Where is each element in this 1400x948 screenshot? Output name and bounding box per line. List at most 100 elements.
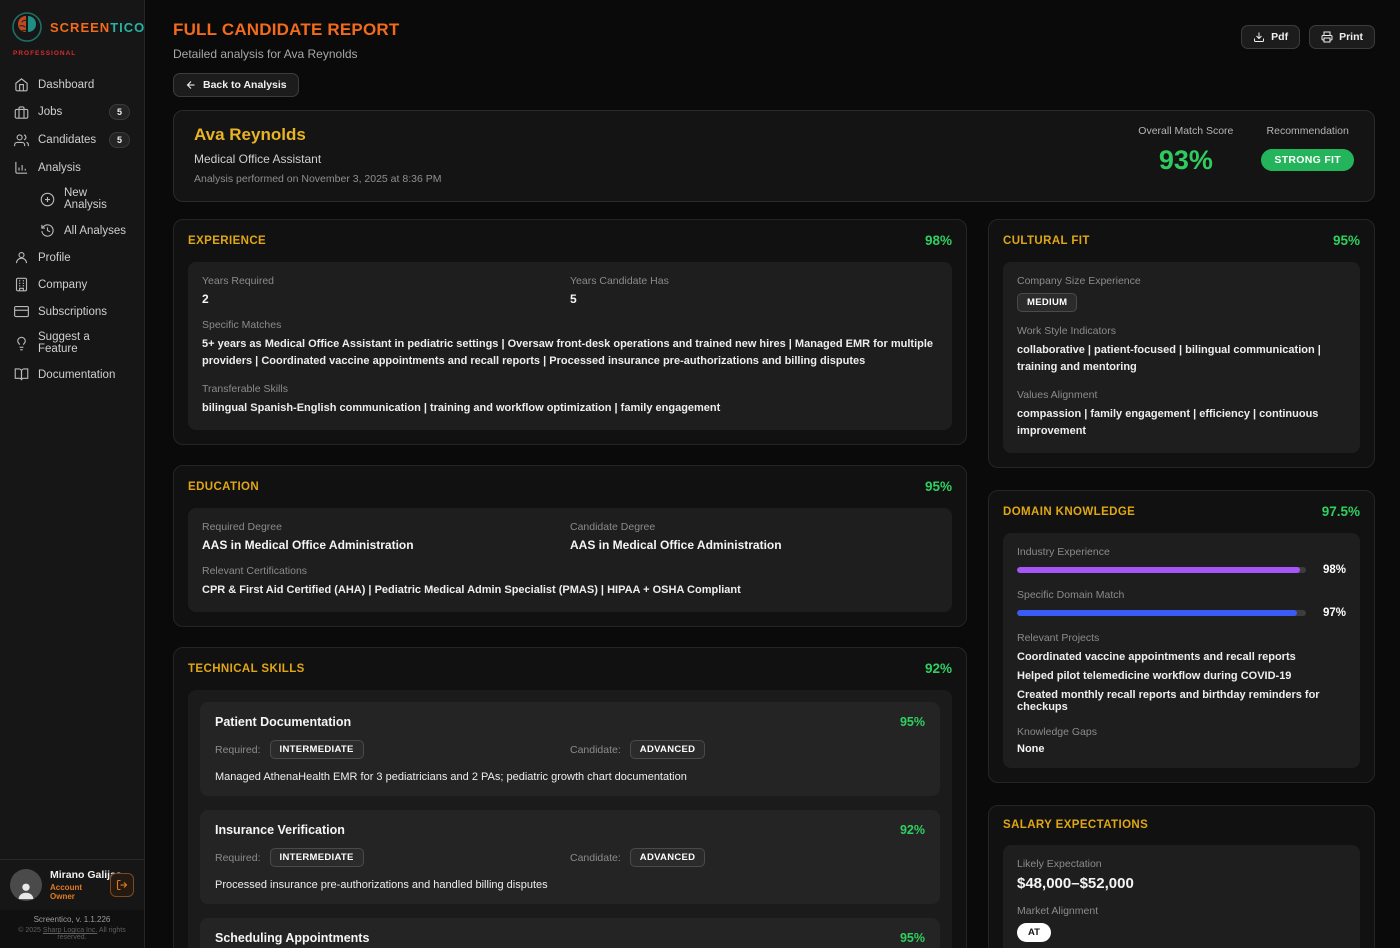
- skill-name: Insurance Verification: [215, 823, 345, 837]
- required-degree-label: Required Degree: [202, 521, 570, 533]
- market-alignment-badge: AT: [1017, 923, 1051, 942]
- page-title: FULL CANDIDATE REPORT: [173, 20, 399, 40]
- user-name: Mirano Galijas...: [50, 869, 102, 881]
- company-size-badge: MEDIUM: [1017, 293, 1077, 312]
- required-level-badge: INTERMEDIATE: [270, 740, 364, 759]
- candidate-level-badge: ADVANCED: [630, 848, 706, 867]
- sidebar-item-all-analyses[interactable]: All Analyses: [0, 217, 144, 244]
- skill-note: Managed AthenaHealth EMR for 3 pediatric…: [215, 771, 925, 783]
- years-has-label: Years Candidate Has: [570, 275, 938, 287]
- certifications-value: CPR & First Aid Certified (AHA) | Pediat…: [202, 582, 938, 599]
- recommendation-badge: STRONG FIT: [1261, 149, 1354, 171]
- back-to-analysis-button[interactable]: Back to Analysis: [173, 73, 299, 97]
- candidate-position: Medical Office Assistant: [194, 152, 441, 166]
- sidebar-item-analysis[interactable]: Analysis: [0, 154, 144, 181]
- candidate-degree-value: AAS in Medical Office Administration: [570, 538, 938, 552]
- sidebar-item-subscriptions[interactable]: Subscriptions: [0, 298, 144, 325]
- skill-name: Scheduling Appointments: [215, 931, 369, 945]
- transferable-skills-label: Transferable Skills: [202, 383, 938, 395]
- sidebar-item-label: Dashboard: [38, 79, 94, 91]
- years-has-value: 5: [570, 292, 938, 306]
- skill-note: Processed insurance pre-authorizations a…: [215, 879, 925, 891]
- required-label: Required:: [215, 852, 261, 864]
- company-size-label: Company Size Experience: [1017, 275, 1346, 287]
- skill-name: Patient Documentation: [215, 715, 351, 729]
- years-required-value: 2: [202, 292, 570, 306]
- technical-skills-card: TECHNICAL SKILLS 92% Patient Documentati…: [173, 647, 967, 948]
- user-profile[interactable]: Mirano Galijas... Account Owner: [0, 859, 144, 910]
- salary-expectations-card: SALARY EXPECTATIONS Likely Expectation $…: [988, 805, 1375, 948]
- logo-tier-label: PROFESSIONAL: [13, 50, 134, 57]
- relevant-projects-label: Relevant Projects: [1017, 632, 1346, 644]
- arrow-left-icon: [185, 79, 197, 91]
- years-required-label: Years Required: [202, 275, 570, 287]
- candidate-label: Candidate:: [570, 744, 621, 756]
- bar-chart-icon: [14, 160, 29, 175]
- domain-knowledge-card: DOMAIN KNOWLEDGE 97.5% Industry Experien…: [988, 490, 1375, 783]
- work-style-label: Work Style Indicators: [1017, 325, 1346, 337]
- market-alignment-label: Market Alignment: [1017, 905, 1346, 917]
- domain-knowledge-score: 97.5%: [1322, 504, 1360, 519]
- brain-logo-icon: [10, 10, 44, 44]
- domain-knowledge-title: DOMAIN KNOWLEDGE: [1003, 506, 1135, 518]
- transferable-skills-value: bilingual Spanish-English communication …: [202, 400, 938, 417]
- sidebar-item-jobs[interactable]: Jobs 5: [0, 98, 144, 126]
- education-card: EDUCATION 95% Required Degree AAS in Med…: [173, 465, 967, 627]
- cultural-fit-title: CULTURAL FIT: [1003, 235, 1090, 247]
- sidebar-item-candidates[interactable]: Candidates 5: [0, 126, 144, 154]
- print-button[interactable]: Print: [1309, 25, 1375, 49]
- experience-score: 98%: [925, 233, 952, 248]
- building-icon: [14, 277, 29, 292]
- sidebar-item-label: All Analyses: [64, 225, 126, 237]
- candidate-label: Candidate:: [570, 852, 621, 864]
- sidebar-item-label: Documentation: [38, 369, 115, 381]
- logo: SCREENTICO PROFESSIONAL: [0, 0, 144, 63]
- work-style-value: collaborative | patient-focused | biling…: [1017, 342, 1346, 376]
- skill-score: 95%: [900, 715, 925, 729]
- company-link[interactable]: Sharp Logica Inc.: [43, 927, 97, 934]
- user-icon: [14, 250, 29, 265]
- printer-icon: [1321, 31, 1333, 43]
- avatar: [10, 869, 42, 901]
- knowledge-gaps-label: Knowledge Gaps: [1017, 726, 1346, 738]
- experience-title: EXPERIENCE: [188, 235, 266, 247]
- project-item: Helped pilot telemedicine workflow durin…: [1017, 670, 1346, 682]
- technical-skills-score: 92%: [925, 661, 952, 676]
- candidate-degree-label: Candidate Degree: [570, 521, 938, 533]
- skill-item: Patient Documentation 95% Required: INTER…: [200, 702, 940, 796]
- lightbulb-icon: [14, 336, 29, 351]
- briefcase-icon: [14, 105, 29, 120]
- sidebar-item-documentation[interactable]: Documentation: [0, 361, 144, 388]
- sidebar-item-label: New Analysis: [64, 187, 130, 211]
- values-alignment-label: Values Alignment: [1017, 389, 1346, 401]
- required-level-badge: INTERMEDIATE: [270, 848, 364, 867]
- certifications-label: Relevant Certifications: [202, 565, 938, 577]
- likely-expectation-value: $48,000–$52,000: [1017, 875, 1346, 892]
- technical-skills-title: TECHNICAL SKILLS: [188, 663, 305, 675]
- skill-item: Scheduling Appointments 95% Required:INT…: [200, 918, 940, 948]
- pdf-button[interactable]: Pdf: [1241, 25, 1300, 49]
- logout-button[interactable]: [110, 873, 134, 897]
- home-icon: [14, 77, 29, 92]
- likely-expectation-label: Likely Expectation: [1017, 858, 1346, 870]
- overall-score-label: Overall Match Score: [1138, 125, 1233, 137]
- sidebar-item-company[interactable]: Company: [0, 271, 144, 298]
- knowledge-gaps-value: None: [1017, 743, 1346, 755]
- domain-match-pct: 97%: [1316, 607, 1346, 619]
- jobs-count-badge: 5: [109, 104, 130, 120]
- main-content: FULL CANDIDATE REPORT Detailed analysis …: [145, 0, 1400, 948]
- sidebar-item-profile[interactable]: Profile: [0, 244, 144, 271]
- industry-experience-label: Industry Experience: [1017, 546, 1346, 558]
- domain-match-bar: 97%: [1017, 607, 1346, 619]
- sidebar-item-new-analysis[interactable]: New Analysis: [0, 181, 144, 217]
- required-label: Required:: [215, 744, 261, 756]
- page-subtitle: Detailed analysis for Ava Reynolds: [173, 47, 399, 61]
- education-title: EDUCATION: [188, 481, 259, 493]
- candidate-level-badge: ADVANCED: [630, 740, 706, 759]
- skill-item: Insurance Verification 92% Required:INTE…: [200, 810, 940, 904]
- download-icon: [1253, 31, 1265, 43]
- sidebar-item-suggest-feature[interactable]: Suggest a Feature: [0, 325, 144, 361]
- sidebar-item-dashboard[interactable]: Dashboard: [0, 71, 144, 98]
- overall-score-value: 93%: [1159, 145, 1213, 176]
- values-alignment-value: compassion | family engagement | efficie…: [1017, 406, 1346, 440]
